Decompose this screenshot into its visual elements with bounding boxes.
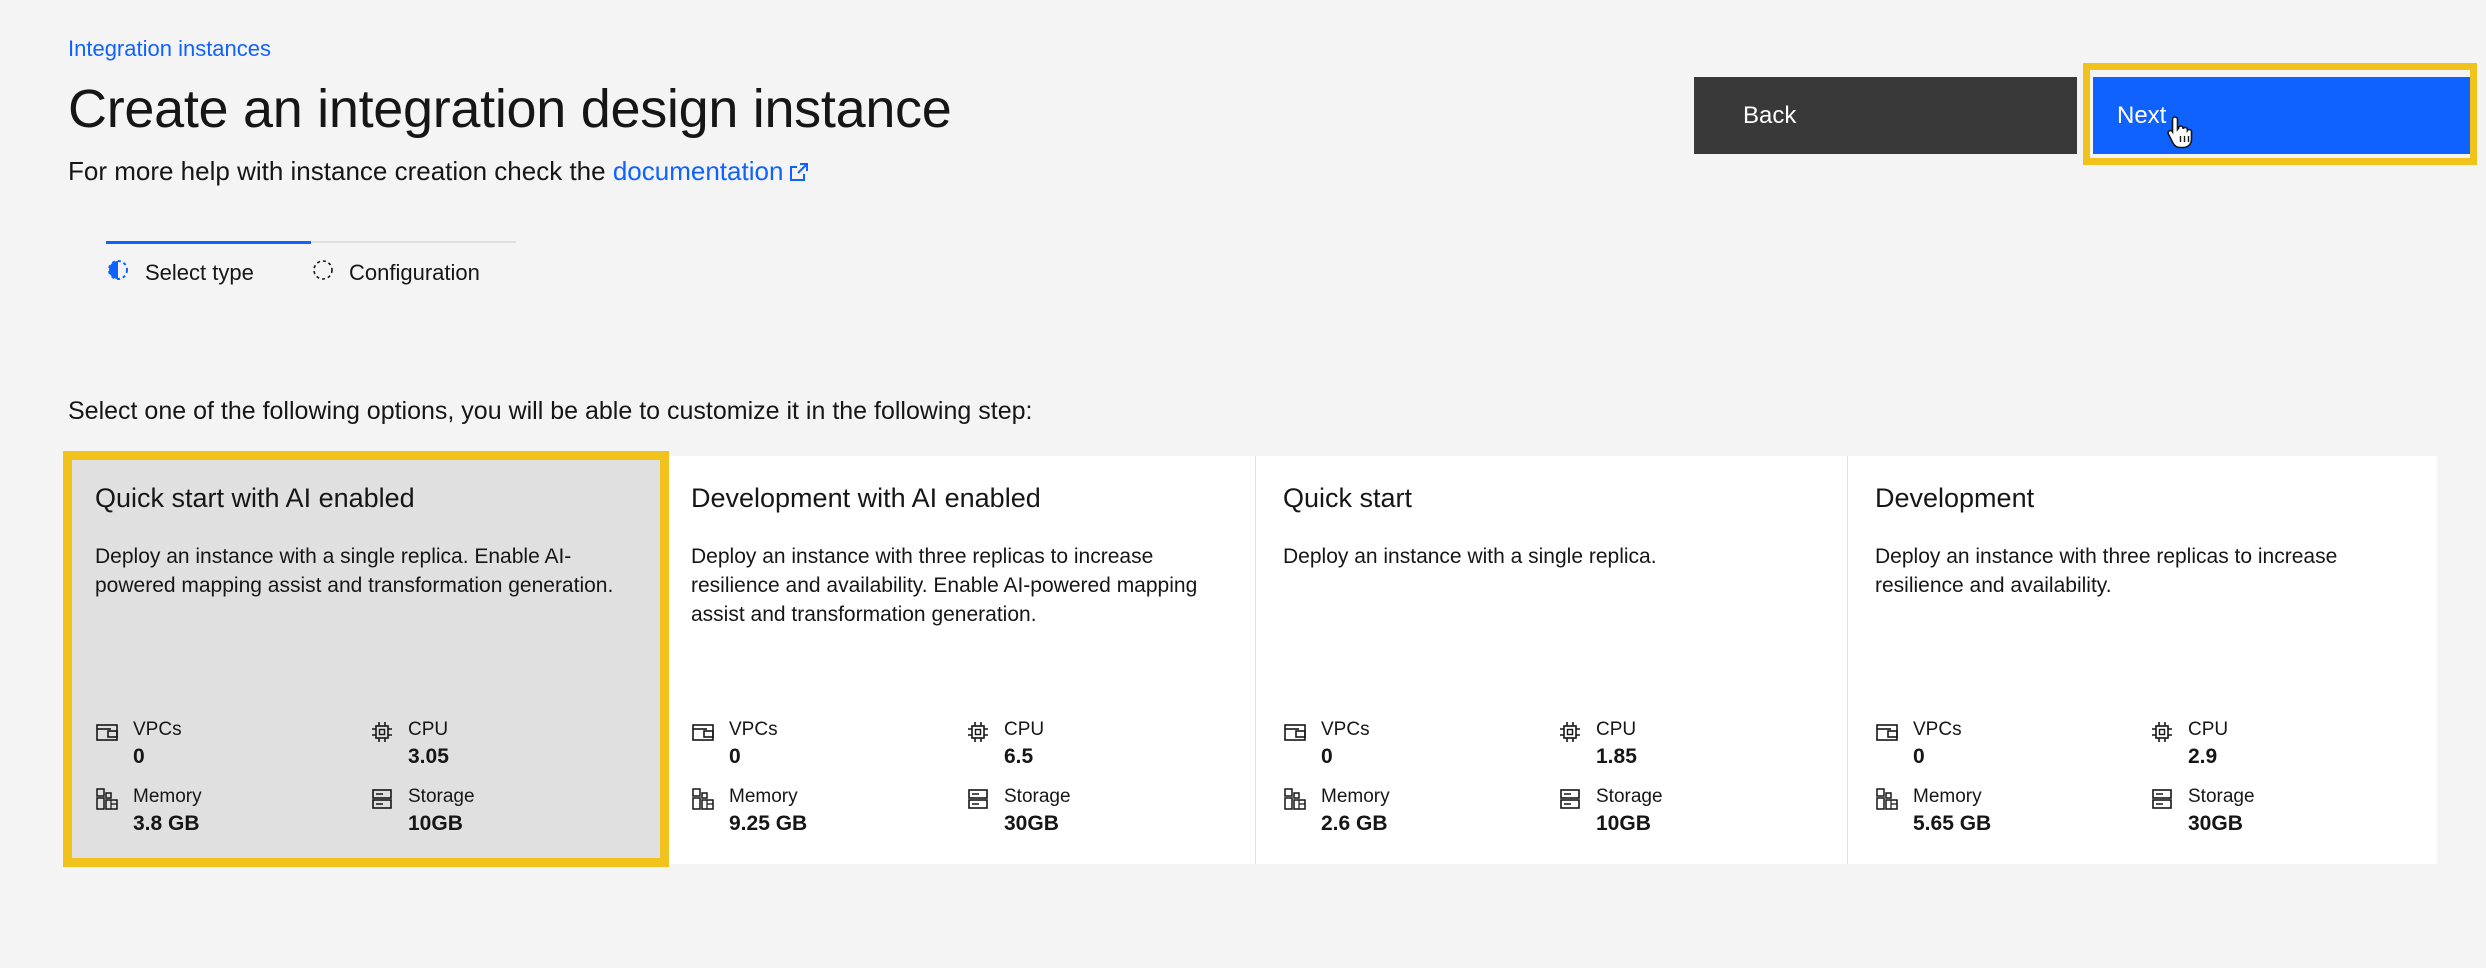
chip-icon — [966, 720, 990, 749]
option-card-quick-start[interactable]: Quick start Deploy an instance with a si… — [1256, 456, 1848, 864]
card-title: Development — [1875, 483, 2035, 513]
storage-icon — [1558, 787, 1582, 816]
memory-icon — [1875, 787, 1899, 816]
progress-step-label: Configuration — [349, 260, 480, 285]
memory-icon — [95, 787, 119, 816]
card-title: Development with AI enabled — [691, 483, 1041, 513]
progress-step-bar — [106, 241, 311, 244]
option-card-development[interactable]: Development Deploy an instance with thre… — [1848, 456, 2437, 864]
vpc-icon — [1283, 720, 1307, 749]
vpc-icon — [691, 720, 715, 749]
card-description: Deploy an instance with a single replica… — [95, 545, 614, 597]
card-title: Quick start — [1283, 483, 1413, 513]
chip-icon — [1558, 720, 1582, 749]
metric-value: 0 — [1913, 745, 1925, 768]
instance-type-options: Quick start with AI enabled Deploy an in… — [68, 456, 2437, 864]
metric-label: Storage — [1004, 786, 1071, 807]
card-description: Deploy an instance with three replicas t… — [1875, 545, 2338, 597]
progress-step-bar — [311, 241, 516, 243]
metric-label: CPU — [1596, 719, 1637, 740]
metric-value: 5.65 GB — [1913, 812, 1992, 835]
vpc-icon — [95, 720, 119, 749]
metric-label: Storage — [1596, 786, 1663, 807]
metric-label: CPU — [1004, 719, 1045, 740]
metric-label: Storage — [408, 786, 475, 807]
metric-value: 10GB — [1596, 812, 1651, 835]
storage-icon — [370, 787, 394, 816]
hand-pointer-icon — [2167, 115, 2193, 154]
metric-value: 2.9 — [2188, 745, 2218, 768]
step-incomplete-icon — [311, 258, 335, 287]
step-current-icon — [106, 258, 130, 287]
progress-indicator: Select type Configuration — [106, 241, 516, 311]
metric-label: VPCs — [729, 719, 778, 740]
metric-label: Storage — [2188, 786, 2255, 807]
metric-value: 1.85 — [1596, 745, 1637, 768]
option-card-quick-start-ai[interactable]: Quick start with AI enabled Deploy an in… — [68, 456, 664, 864]
metric-value: 3.05 — [408, 745, 449, 768]
metric-label: VPCs — [1913, 719, 1962, 740]
metric-value: 9.25 GB — [729, 812, 808, 835]
card-description: Deploy an instance with three replicas t… — [691, 545, 1198, 626]
option-card-development-ai[interactable]: Development with AI enabled Deploy an in… — [664, 456, 1256, 864]
chip-icon — [2150, 720, 2174, 749]
page-title: Create an integration design instance — [68, 79, 952, 139]
breadcrumb-integration-instances[interactable]: Integration instances — [68, 36, 271, 62]
metric-value: 10GB — [408, 812, 463, 835]
metric-value: 0 — [729, 745, 741, 768]
storage-icon — [2150, 787, 2174, 816]
card-title: Quick start with AI enabled — [95, 483, 415, 513]
progress-step-select-type[interactable]: Select type — [106, 241, 311, 311]
metric-value: 6.5 — [1004, 745, 1034, 768]
metric-label: VPCs — [133, 719, 182, 740]
progress-step-configuration[interactable]: Configuration — [311, 241, 516, 311]
metric-value: 3.8 GB — [133, 812, 200, 835]
metric-label: VPCs — [1321, 719, 1370, 740]
instructions-text: Select one of the following options, you… — [68, 397, 1033, 425]
vpc-icon — [1875, 720, 1899, 749]
documentation-link[interactable]: documentation — [613, 156, 810, 186]
next-button[interactable]: Next — [2093, 77, 2471, 154]
memory-icon — [691, 787, 715, 816]
metric-value: 0 — [133, 745, 145, 768]
metric-label: Memory — [1321, 786, 1390, 807]
chip-icon — [370, 720, 394, 749]
back-button[interactable]: Back — [1694, 77, 2077, 154]
metric-value: 30GB — [1004, 812, 1059, 835]
memory-icon — [1283, 787, 1307, 816]
metric-label: Memory — [1913, 786, 1982, 807]
help-text: For more help with instance creation che… — [68, 156, 809, 189]
documentation-link-label: documentation — [612, 156, 784, 186]
metric-label: Memory — [133, 786, 202, 807]
metric-value: 30GB — [2188, 812, 2243, 835]
progress-step-label: Select type — [145, 260, 254, 285]
metric-value: 2.6 GB — [1321, 812, 1388, 835]
help-text-prefix: For more help with instance creation che… — [68, 156, 606, 186]
storage-icon — [966, 787, 990, 816]
metric-label: CPU — [408, 719, 449, 740]
card-description: Deploy an instance with a single replica… — [1283, 545, 1657, 568]
metric-value: 0 — [1321, 745, 1333, 768]
metric-label: Memory — [729, 786, 798, 807]
metric-label: CPU — [2188, 719, 2229, 740]
launch-icon — [789, 158, 809, 189]
